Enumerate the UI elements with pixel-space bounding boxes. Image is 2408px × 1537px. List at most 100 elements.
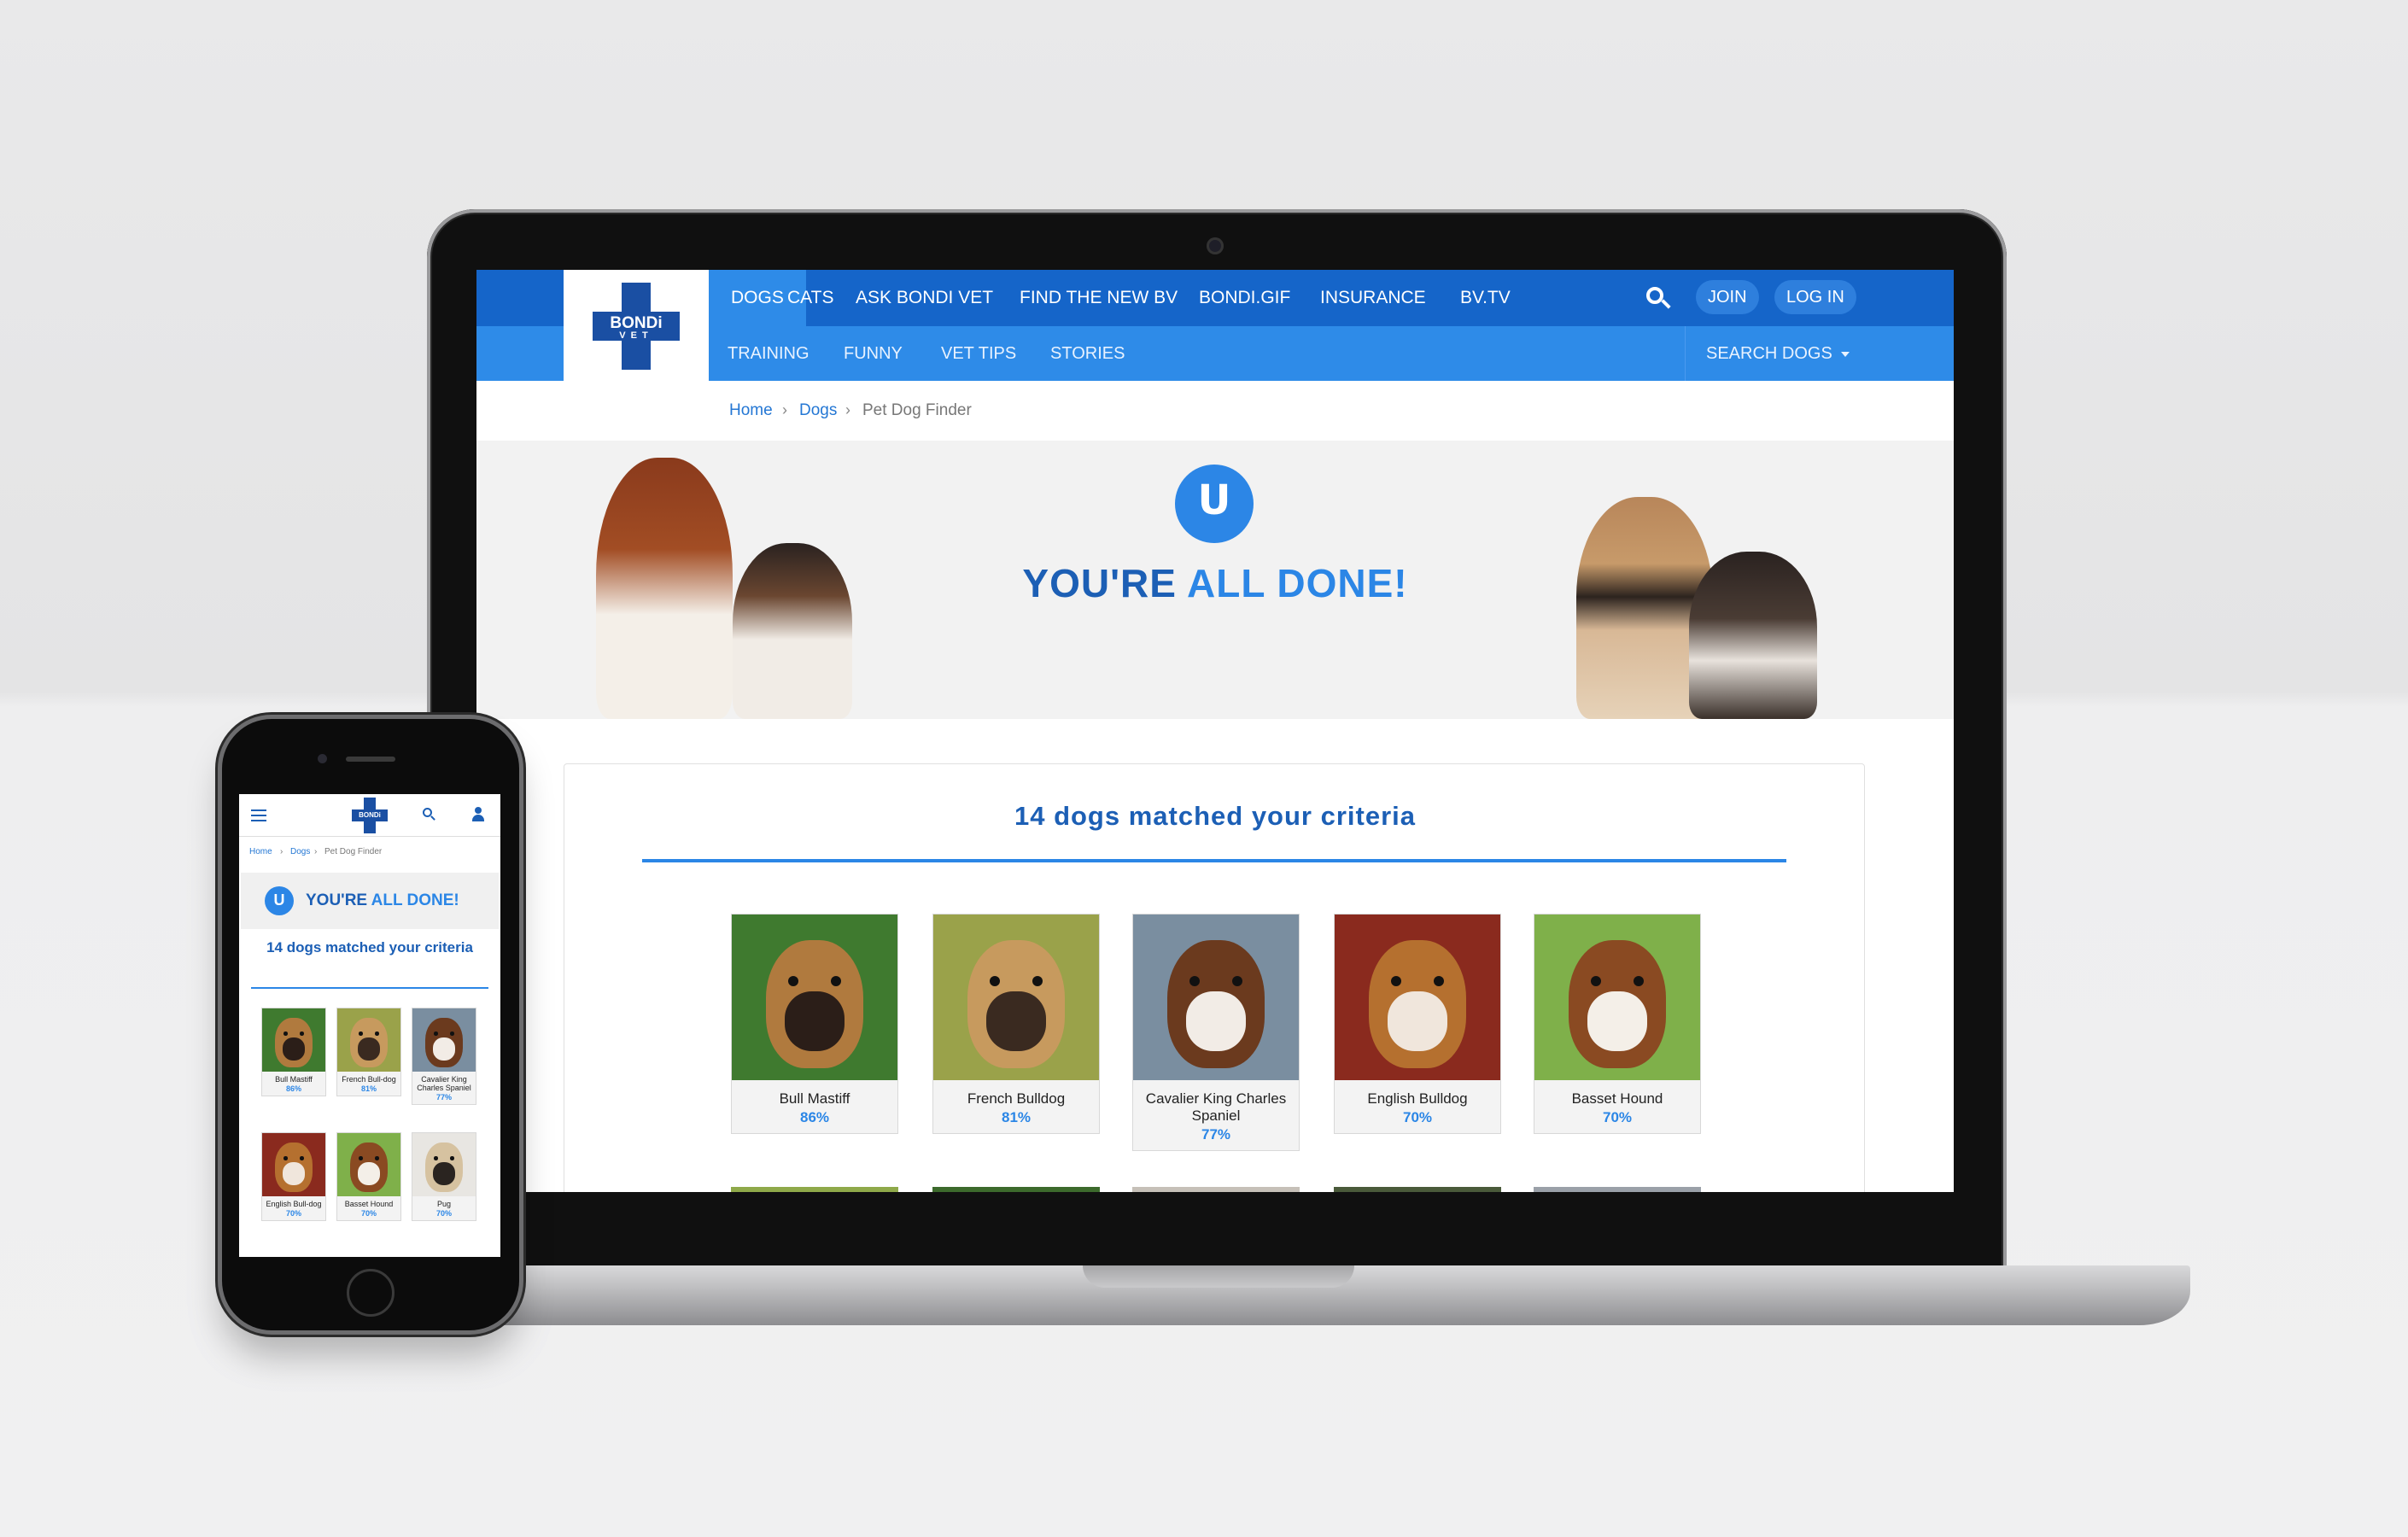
nav-ask-bondi-vet[interactable]: ASK BONDI VET [833, 270, 1015, 326]
hamburger-menu-icon[interactable] [251, 809, 266, 821]
next-row-card-edge [932, 1187, 1100, 1192]
mobile-title-part-a: YOU'RE [306, 891, 371, 909]
mobile-dog-name: Bull Mastiff [275, 1075, 313, 1084]
mobile-dog-photo [262, 1133, 325, 1196]
breadcrumb-home[interactable]: Home [729, 401, 773, 420]
mobile-breadcrumb-current: Pet Dog Finder [324, 847, 383, 856]
mobile-dog-card[interactable]: Basset Hound 70% [336, 1132, 401, 1221]
mobile-logo[interactable]: BONDi [352, 798, 388, 833]
mobile-logo-text: BONDi [359, 811, 381, 819]
phone-screen: BONDi Home › Dogs › Pet Dog Finder U YOU… [239, 794, 500, 1257]
dog-name: French Bulldog [967, 1090, 1066, 1107]
dog-photo [1534, 915, 1700, 1080]
match-percentage: 70% [1402, 1109, 1433, 1125]
subnav-training[interactable]: TRAINING [728, 326, 809, 381]
dog-muzzle-shape [986, 991, 1046, 1051]
dog-name: Cavalier King Charles Spaniel [1145, 1090, 1287, 1124]
dog-photo [933, 915, 1099, 1080]
mobile-search-icon[interactable] [422, 807, 437, 822]
next-row-card-edge [1534, 1187, 1701, 1192]
nav-bondi-gif[interactable]: BONDI.GIF [1177, 270, 1312, 326]
breadcrumb-separator: › [782, 401, 787, 418]
mobile-dog-photo [412, 1133, 476, 1196]
nav-find-the-new-bv[interactable]: FIND THE NEW BV [997, 270, 1200, 326]
dog-eye [300, 1031, 304, 1037]
mobile-dog-photo [262, 1008, 325, 1072]
laptop-camera [1207, 237, 1224, 254]
dog-eye [1591, 976, 1601, 986]
dog-result-card[interactable]: French Bulldog 81% [932, 914, 1100, 1134]
mobile-dog-photo [337, 1008, 400, 1072]
dog-eye [788, 976, 798, 986]
mobile-breadcrumb-separator: › [314, 847, 318, 856]
dog-eye [375, 1031, 379, 1037]
match-percentage: 77% [1201, 1126, 1231, 1143]
mobile-match-percentage: 70% [435, 1209, 452, 1218]
dog-eye [1634, 976, 1644, 986]
dog-eye [375, 1156, 379, 1161]
dog-result-card[interactable]: English Bulldog 70% [1334, 914, 1501, 1134]
dog-eye [434, 1156, 438, 1161]
dog-eye [1232, 976, 1242, 986]
results-title: 14 dogs matched your criteria [1014, 801, 1417, 831]
dog-eye [1434, 976, 1444, 986]
mobile-breadcrumb-dogs[interactable]: Dogs [290, 847, 310, 856]
dog-eye [450, 1031, 454, 1037]
nav-bv-tv[interactable]: BV.TV [1438, 270, 1533, 326]
mobile-dog-photo [337, 1133, 400, 1196]
match-percentage: 70% [1602, 1109, 1633, 1125]
mobile-finder-logo-icon: U [265, 886, 294, 915]
mobile-dog-name: Cavalier King Charles Spaniel [417, 1075, 471, 1092]
dog-eye [359, 1031, 363, 1037]
logo-subtext: VET [619, 330, 653, 341]
laptop-notch [1083, 1265, 1354, 1288]
subnav-vet-tips[interactable]: VET TIPS [941, 326, 1016, 381]
springer-dog-image [596, 458, 733, 719]
mobile-dog-card[interactable]: Cavalier King Charles Spaniel 77% [412, 1008, 476, 1105]
next-row-card-edge [1334, 1187, 1501, 1192]
mobile-match-percentage: 86% [285, 1084, 301, 1093]
dog-photo [1133, 915, 1299, 1080]
dog-muzzle-shape [357, 1037, 381, 1061]
mobile-dog-card[interactable]: Pug 70% [412, 1132, 476, 1221]
dog-muzzle-shape [282, 1162, 306, 1186]
dog-eye [283, 1031, 288, 1037]
dog-result-card[interactable]: Basset Hound 70% [1534, 914, 1701, 1134]
mobile-dog-card[interactable]: French Bull-dog 81% [336, 1008, 401, 1096]
breadcrumb-dogs[interactable]: Dogs [799, 401, 837, 420]
next-row-card-edge [1132, 1187, 1300, 1192]
site-logo[interactable]: BONDi VET [564, 270, 709, 383]
mobile-breadcrumb-home[interactable]: Home [249, 847, 272, 856]
search-dogs-dropdown[interactable]: SEARCH DOGS [1685, 326, 1867, 381]
mobile-match-percentage: 77% [435, 1093, 452, 1102]
subnav-stories[interactable]: STORIES [1050, 326, 1125, 381]
terrier-dog-image [733, 543, 852, 719]
dog-eye [283, 1156, 288, 1161]
dog-result-card[interactable]: Cavalier King Charles Spaniel 77% [1132, 914, 1300, 1151]
mobile-dog-name: English Bull-dog [266, 1200, 322, 1208]
mobile-results-title: 14 dogs matched your criteria [266, 939, 473, 956]
mobile-match-percentage: 70% [285, 1209, 301, 1218]
user-icon[interactable] [471, 807, 485, 822]
hero-title-part-b: ALL DONE! [1187, 561, 1408, 605]
subnav-funny[interactable]: FUNNY [844, 326, 903, 381]
mobile-dog-card[interactable]: English Bull-dog 70% [261, 1132, 326, 1221]
dog-muzzle-shape [1186, 991, 1246, 1051]
search-icon[interactable] [1643, 283, 1672, 313]
phone-home-button [347, 1269, 395, 1317]
login-button[interactable]: LOG IN [1774, 280, 1856, 314]
mobile-hero-title: YOU'RE ALL DONE! [306, 891, 459, 910]
hero-title: YOU'RE ALL DONE! [989, 560, 1441, 606]
mobile-match-percentage: 81% [360, 1084, 377, 1093]
results-divider [642, 859, 1786, 862]
mobile-results-divider [251, 987, 488, 989]
join-button[interactable]: JOIN [1696, 280, 1759, 314]
hero-title-part-a: YOU'RE [1022, 561, 1187, 605]
dog-eye [434, 1031, 438, 1037]
mobile-dog-card[interactable]: Bull Mastiff 86% [261, 1008, 326, 1096]
dog-eye [1391, 976, 1401, 986]
nav-insurance[interactable]: INSURANCE [1298, 270, 1448, 326]
mobile-dog-photo [412, 1008, 476, 1072]
match-percentage: 81% [1001, 1109, 1032, 1125]
dog-result-card[interactable]: Bull Mastiff 86% [731, 914, 898, 1134]
